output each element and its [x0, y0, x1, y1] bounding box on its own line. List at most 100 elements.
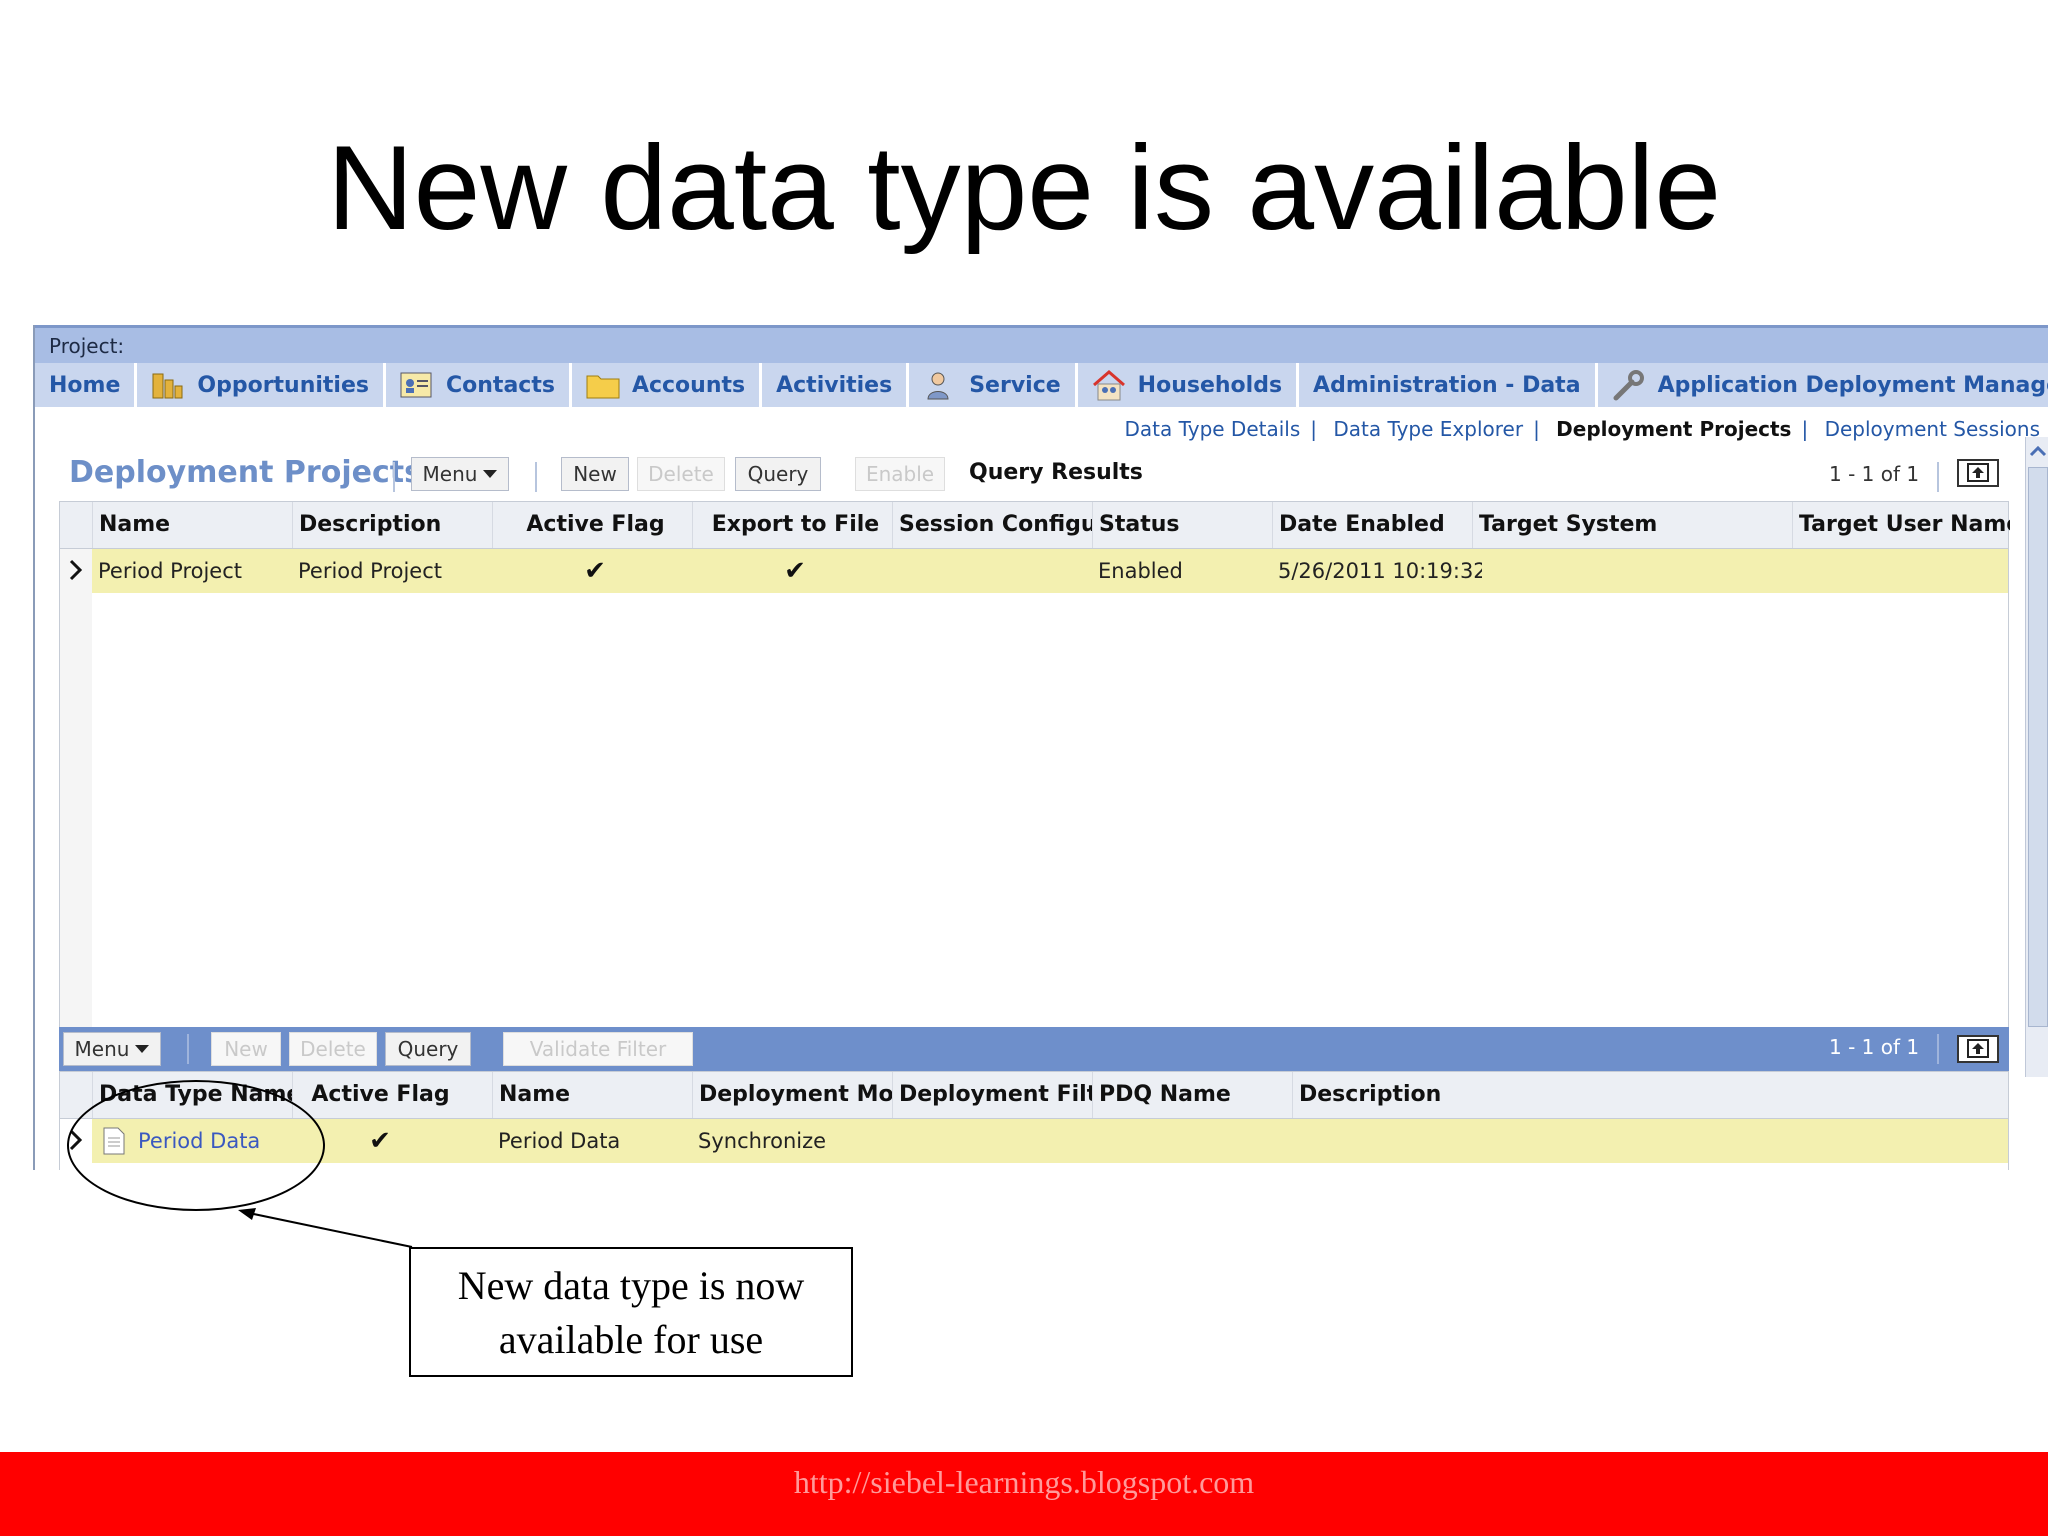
child-delete-button[interactable]: Delete	[289, 1032, 377, 1066]
link-separator: |	[1310, 417, 1318, 441]
link-separator: |	[1801, 417, 1809, 441]
toolbar-separator	[1937, 1034, 1939, 1064]
list-header: Data Type Name Active Flag Name Deployme…	[60, 1072, 2008, 1119]
tab-label: Contacts	[446, 372, 555, 398]
tab-opportunities[interactable]: Opportunities	[137, 363, 386, 407]
cell-export-to-file-checkmark[interactable]: ✔	[692, 549, 892, 593]
list-header: Name Description Active Flag Export to F…	[60, 502, 2010, 549]
toolbar-separator	[187, 1034, 189, 1064]
tab-home[interactable]: Home	[35, 363, 138, 407]
column-header[interactable]: Export to File	[692, 502, 892, 548]
deployment-projects-list: Name Description Active Flag Export to F…	[59, 501, 2010, 1091]
chevron-down-icon	[135, 1045, 150, 1053]
tab-application-deployment-manager[interactable]: Application Deployment Manager	[1597, 363, 2048, 407]
expand-icon	[1967, 1039, 1989, 1058]
tab-activities[interactable]: Activities	[762, 363, 910, 407]
siebel-application: Project: Home Opportunities Contacts Acc…	[33, 325, 2048, 1170]
column-header[interactable]: Deployment Mod	[692, 1072, 892, 1118]
column-header[interactable]: Active Flag	[492, 502, 692, 548]
applet-title: Deployment Projects	[69, 455, 422, 490]
tab-label: Households	[1137, 372, 1283, 398]
scroll-up-icon[interactable]	[2026, 439, 2048, 463]
tab-label: Accounts	[631, 372, 746, 398]
column-header[interactable]: Active Flag	[292, 1072, 462, 1118]
person-icon	[923, 370, 955, 400]
link-deployment-sessions[interactable]: Deployment Sessions	[1815, 417, 2048, 441]
child-new-button[interactable]: New	[211, 1032, 281, 1066]
column-header[interactable]: Deployment Filte	[892, 1072, 1092, 1118]
cell-date-enabled[interactable]: 5/26/2011 10:19:32	[1272, 549, 1482, 593]
table-row[interactable]: Period Project Period Project ✔ ✔ Enable…	[92, 549, 2008, 593]
maximize-applet-button[interactable]	[1957, 459, 1999, 487]
vertical-scrollbar[interactable]	[2025, 437, 2048, 1077]
column-header[interactable]: Description	[292, 502, 492, 548]
validate-filter-button[interactable]: Validate Filter	[503, 1032, 693, 1066]
cell-name[interactable]: Period Data	[492, 1119, 692, 1163]
data-types-list: Data Type Name Active Flag Name Deployme…	[59, 1071, 2009, 1170]
toolbar-separator	[393, 462, 395, 492]
tab-label: Administration - Data	[1313, 372, 1581, 398]
slide-title: New data type is available	[326, 121, 1722, 255]
cell-deployment-mode[interactable]: Synchronize	[692, 1119, 892, 1163]
child-query-button[interactable]: Query	[385, 1032, 471, 1066]
project-bar: Project:	[35, 325, 2048, 363]
tab-service[interactable]: Service	[909, 363, 1078, 407]
column-header[interactable]: Name	[492, 1072, 692, 1118]
vertical-scroll-thumb[interactable]	[2028, 467, 2048, 1027]
column-header[interactable]: Name	[92, 502, 292, 548]
menu-label: Menu	[74, 1037, 130, 1061]
contact-card-icon	[400, 370, 432, 400]
cell-active-flag-checkmark[interactable]: ✔	[492, 549, 692, 593]
view-links: Data Type Details | Data Type Explorer | D…	[1115, 417, 2048, 441]
column-header[interactable]: Status	[1092, 502, 1272, 548]
column-header[interactable]: Target System	[1472, 502, 1792, 548]
cell-name[interactable]: Period Project	[92, 549, 292, 593]
link-separator: |	[1533, 417, 1540, 441]
chevron-down-icon	[483, 470, 498, 478]
child-menu-button[interactable]: Menu	[63, 1032, 161, 1066]
menu-label: Menu	[422, 462, 478, 486]
tab-contacts[interactable]: Contacts	[386, 363, 572, 407]
tab-label: Service	[969, 372, 1061, 398]
tab-administration-data[interactable]: Administration - Data	[1299, 363, 1598, 407]
screen-tabs: Home Opportunities Contacts Accounts Act…	[35, 363, 2048, 407]
tab-label: Opportunities	[197, 372, 369, 398]
highlight-ellipse	[67, 1080, 325, 1211]
annotation-arrow	[238, 1208, 413, 1248]
query-button[interactable]: Query	[735, 457, 821, 491]
menu-button[interactable]: Menu	[411, 457, 509, 491]
link-data-type-details[interactable]: Data Type Details	[1115, 417, 1311, 441]
delete-button[interactable]: Delete	[637, 457, 725, 491]
column-header[interactable]: Session Configura	[892, 502, 1092, 548]
table-row[interactable]: Period Data ✔ Period Data Synchronize	[92, 1119, 2008, 1163]
footer-url: http://siebel-learnings.blogspot.com	[793, 1464, 1255, 1500]
toolbar-separator	[535, 462, 537, 492]
child-maximize-applet-button[interactable]	[1957, 1035, 1999, 1063]
wrench-icon	[1612, 370, 1644, 401]
new-button[interactable]: New	[561, 457, 629, 491]
cell-description[interactable]: Period Project	[292, 549, 492, 593]
tab-households[interactable]: Households	[1077, 363, 1300, 407]
annotation-callout: New data type is now available for use	[409, 1247, 853, 1377]
expand-icon	[1967, 463, 1989, 482]
column-header[interactable]: Date Enabled	[1272, 502, 1472, 548]
coins-icon	[151, 370, 183, 400]
column-header[interactable]: PDQ Name	[1092, 1072, 1292, 1118]
tab-label: Home	[49, 372, 121, 398]
house-icon	[1092, 370, 1125, 401]
tab-accounts[interactable]: Accounts	[571, 363, 763, 407]
column-header[interactable]: Target User Name	[1792, 502, 2010, 548]
tab-label: Activities	[776, 372, 893, 398]
record-count: 1 - 1 of 1	[1829, 462, 1920, 486]
folder-icon	[586, 370, 620, 400]
enable-button[interactable]: Enable	[855, 457, 945, 491]
footer-bar: http://siebel-learnings.blogspot.com	[0, 1452, 2048, 1536]
tab-label: Application Deployment Manager	[1657, 372, 2048, 398]
row-selector-column	[60, 549, 92, 1089]
column-header[interactable]: Description	[1292, 1072, 1592, 1118]
cell-status[interactable]: Enabled	[1092, 549, 1272, 593]
toolbar-separator	[1937, 462, 1939, 492]
query-results-label: Query Results	[969, 460, 1143, 485]
link-data-type-explorer[interactable]: Data Type Explorer	[1323, 417, 1533, 441]
link-deployment-projects[interactable]: Deployment Projects	[1546, 417, 1801, 441]
